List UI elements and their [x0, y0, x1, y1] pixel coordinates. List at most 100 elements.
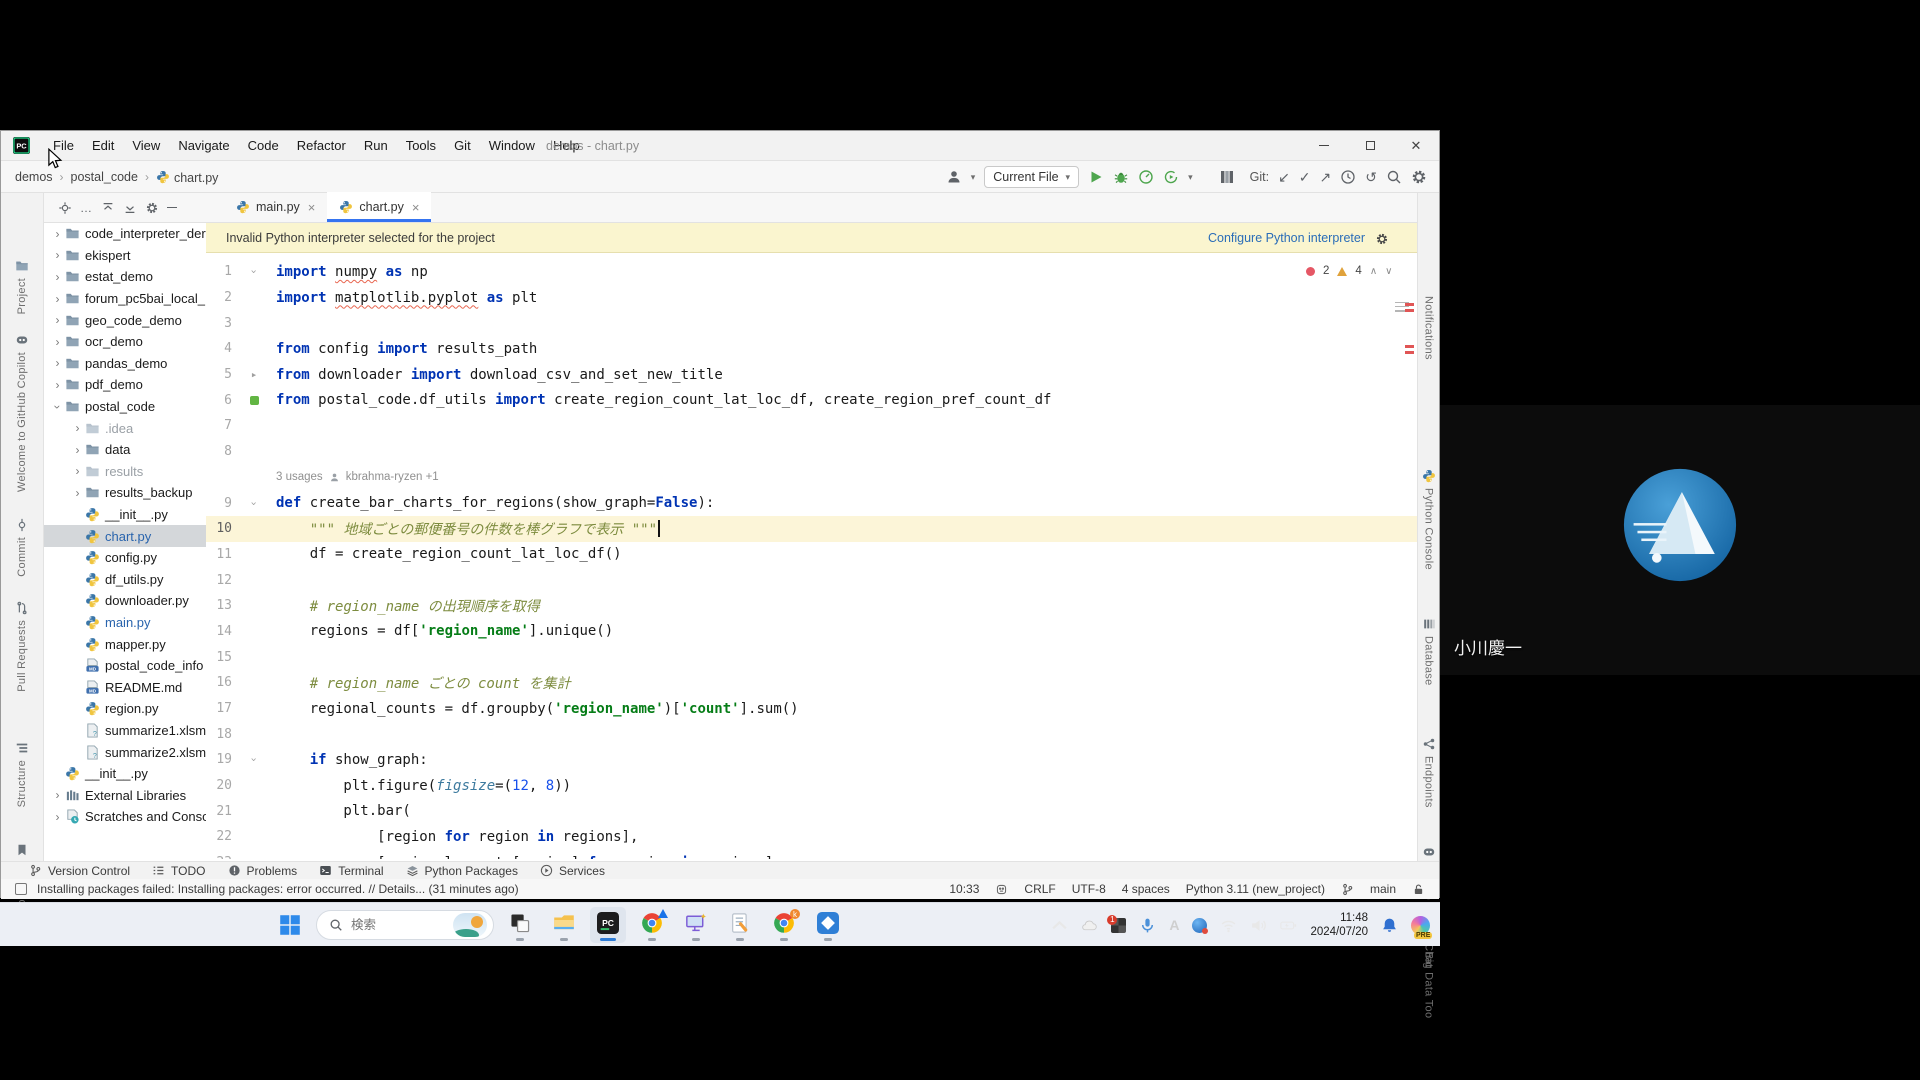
user-profile-icon[interactable]: [946, 169, 962, 185]
file-encoding[interactable]: UTF-8: [1072, 882, 1106, 896]
tree-item-pandas_demo[interactable]: ›pandas_demo: [44, 353, 206, 375]
tree-item-main-py[interactable]: main.py: [44, 612, 206, 634]
rollback-icon[interactable]: ↺: [1365, 169, 1377, 186]
tree-item-code_interpreter_der[interactable]: ›code_interpreter_der: [44, 223, 206, 245]
tab-main-py[interactable]: main.py×: [224, 192, 327, 222]
lock-icon[interactable]: [1412, 883, 1425, 896]
tree-chevron-icon[interactable]: ›: [50, 788, 65, 802]
toolwindow-python-packages[interactable]: Python Packages: [406, 864, 518, 878]
stripe-item-welcome-to-github-copilot[interactable]: Welcome to GitHub Copilot: [1, 333, 43, 492]
tab-close-icon[interactable]: ×: [412, 200, 420, 215]
prev-problem-icon[interactable]: ∧: [1370, 266, 1377, 277]
taskbar-search[interactable]: [316, 910, 494, 940]
tree-item-ocr_demo[interactable]: ›ocr_demo: [44, 331, 206, 353]
tree-item-geo_code_demo[interactable]: ›geo_code_demo: [44, 309, 206, 331]
git-commit-button[interactable]: ✓: [1299, 169, 1311, 186]
tree-item-data[interactable]: ›data: [44, 439, 206, 461]
toolwindow-problems[interactable]: Problems: [228, 864, 298, 878]
more-options-icon[interactable]: …: [80, 201, 93, 215]
tree-item-config-py[interactable]: config.py: [44, 547, 206, 569]
tree-item-summarize1-xlsm[interactable]: ?summarize1.xlsm: [44, 720, 206, 742]
layout-icon[interactable]: [15, 883, 27, 895]
stripe-item-commit[interactable]: Commit: [1, 518, 43, 577]
tree-chevron-icon[interactable]: ›: [50, 248, 65, 262]
toolwindow-todo[interactable]: TODO: [152, 864, 205, 878]
taskbar-chrome-profile-2-icon[interactable]: k: [766, 907, 802, 943]
tree-chevron-icon[interactable]: ›: [70, 443, 85, 457]
tree-item-mapper-py[interactable]: mapper.py: [44, 633, 206, 655]
taskbar-snip-overlay-app-icon[interactable]: [502, 907, 538, 943]
accessibility-icon[interactable]: [995, 883, 1008, 896]
stripe-item-notifications[interactable]: Notifications: [1418, 296, 1439, 360]
toolwindow-services[interactable]: Services: [540, 864, 605, 878]
more-run-options-icon[interactable]: ▾: [1188, 172, 1193, 183]
tree-item-pdf_demo[interactable]: ›pdf_demo: [44, 374, 206, 396]
menu-view[interactable]: View: [123, 138, 169, 153]
breadcrumb-item[interactable]: chart.py: [156, 170, 218, 185]
tree-item-summarize2-xlsm[interactable]: ?summarize2.xlsm: [44, 741, 206, 763]
maximize-button[interactable]: [1347, 131, 1393, 160]
tree-item-estat_demo[interactable]: ›estat_demo: [44, 266, 206, 288]
tray-chevron-up-icon[interactable]: [1051, 917, 1068, 934]
debug-button[interactable]: [1113, 169, 1129, 185]
search-input[interactable]: [351, 918, 441, 932]
next-problem-icon[interactable]: ∨: [1385, 266, 1392, 277]
menu-git[interactable]: Git: [445, 138, 480, 153]
stripe-item-endpoints[interactable]: Endpoints: [1418, 737, 1439, 808]
tray-copilot-icon[interactable]: PRE: [1411, 916, 1430, 935]
tree-item-downloader-py[interactable]: downloader.py: [44, 590, 206, 612]
collapse-all-icon[interactable]: [123, 201, 137, 215]
run-configuration-select[interactable]: Current File ▾: [984, 166, 1079, 188]
tree-item-README-md[interactable]: MDREADME.md: [44, 676, 206, 698]
tree-item-results[interactable]: ›results: [44, 461, 206, 483]
inspections-widget[interactable]: 2 4 ∧ ∨: [1306, 265, 1392, 277]
git-push-button[interactable]: ↗: [1320, 169, 1332, 186]
search-everywhere-icon[interactable]: [1386, 169, 1402, 185]
code-vision-annotation[interactable]: 3 usageskbrahma-ryzen +1: [206, 465, 1417, 491]
tab-chart-py[interactable]: chart.py×: [327, 192, 431, 222]
close-button[interactable]: ✕: [1393, 131, 1439, 160]
tray-clock[interactable]: 11:482024/07/20: [1310, 911, 1368, 940]
tray-volume-icon[interactable]: [1250, 917, 1267, 934]
stripe-item-python-console[interactable]: Python Console: [1418, 469, 1439, 570]
tree-item--idea[interactable]: ›.idea: [44, 417, 206, 439]
menu-tools[interactable]: Tools: [397, 138, 445, 153]
breadcrumb-item[interactable]: demos: [15, 170, 53, 184]
start-button[interactable]: [272, 907, 308, 943]
taskbar-notepad-icon[interactable]: [722, 907, 758, 943]
panel-settings-icon[interactable]: [145, 201, 159, 215]
tree-chevron-icon[interactable]: ›: [51, 399, 65, 414]
hide-panel-icon[interactable]: [167, 207, 177, 209]
profiler-button[interactable]: [1138, 169, 1154, 185]
status-message[interactable]: Installing packages failed: Installing p…: [37, 882, 519, 896]
tray-network-sphere-icon[interactable]: [1192, 918, 1207, 933]
tree-chevron-icon[interactable]: ›: [50, 227, 65, 241]
tree-item-chart-py[interactable]: chart.py: [44, 525, 206, 547]
tree-chevron-icon[interactable]: ›: [50, 292, 65, 306]
stripe-item-database[interactable]: Database: [1418, 617, 1439, 686]
taskbar-chrome-profile-1-icon[interactable]: [634, 907, 670, 943]
interpreter-selector[interactable]: Python 3.11 (new_project): [1186, 882, 1325, 896]
taskbar-photos-icon[interactable]: [810, 907, 846, 943]
tree-chevron-icon[interactable]: ›: [50, 313, 65, 327]
tree-chevron-icon[interactable]: ›: [50, 810, 65, 824]
participant-video-tile[interactable]: 小川慶一: [1440, 405, 1920, 675]
tray-wifi-icon[interactable]: [1220, 917, 1237, 934]
breadcrumb-item[interactable]: postal_code: [71, 170, 138, 184]
menu-window[interactable]: Window: [480, 138, 544, 153]
tree-item-postal_code[interactable]: ›postal_code: [44, 396, 206, 418]
run-button[interactable]: [1088, 169, 1104, 185]
minimize-button[interactable]: [1301, 131, 1347, 160]
locate-file-icon[interactable]: [58, 201, 72, 215]
tree-chevron-icon[interactable]: ›: [70, 421, 85, 435]
stripe-item-project[interactable]: Project: [1, 259, 43, 314]
tree-item-External-Libraries[interactable]: ›External Libraries: [44, 784, 206, 806]
tray-microphone-icon[interactable]: [1139, 917, 1156, 934]
tree-chevron-icon[interactable]: ›: [50, 356, 65, 370]
tree-chevron-icon[interactable]: ›: [50, 378, 65, 392]
taskbar-remote-device-icon[interactable]: ✦: [678, 907, 714, 943]
line-separator[interactable]: CRLF: [1024, 882, 1055, 896]
taskbar-pycharm-icon[interactable]: PC: [590, 907, 626, 943]
menu-run[interactable]: Run: [355, 138, 397, 153]
toolwindow-version-control[interactable]: Version Control: [29, 864, 130, 878]
